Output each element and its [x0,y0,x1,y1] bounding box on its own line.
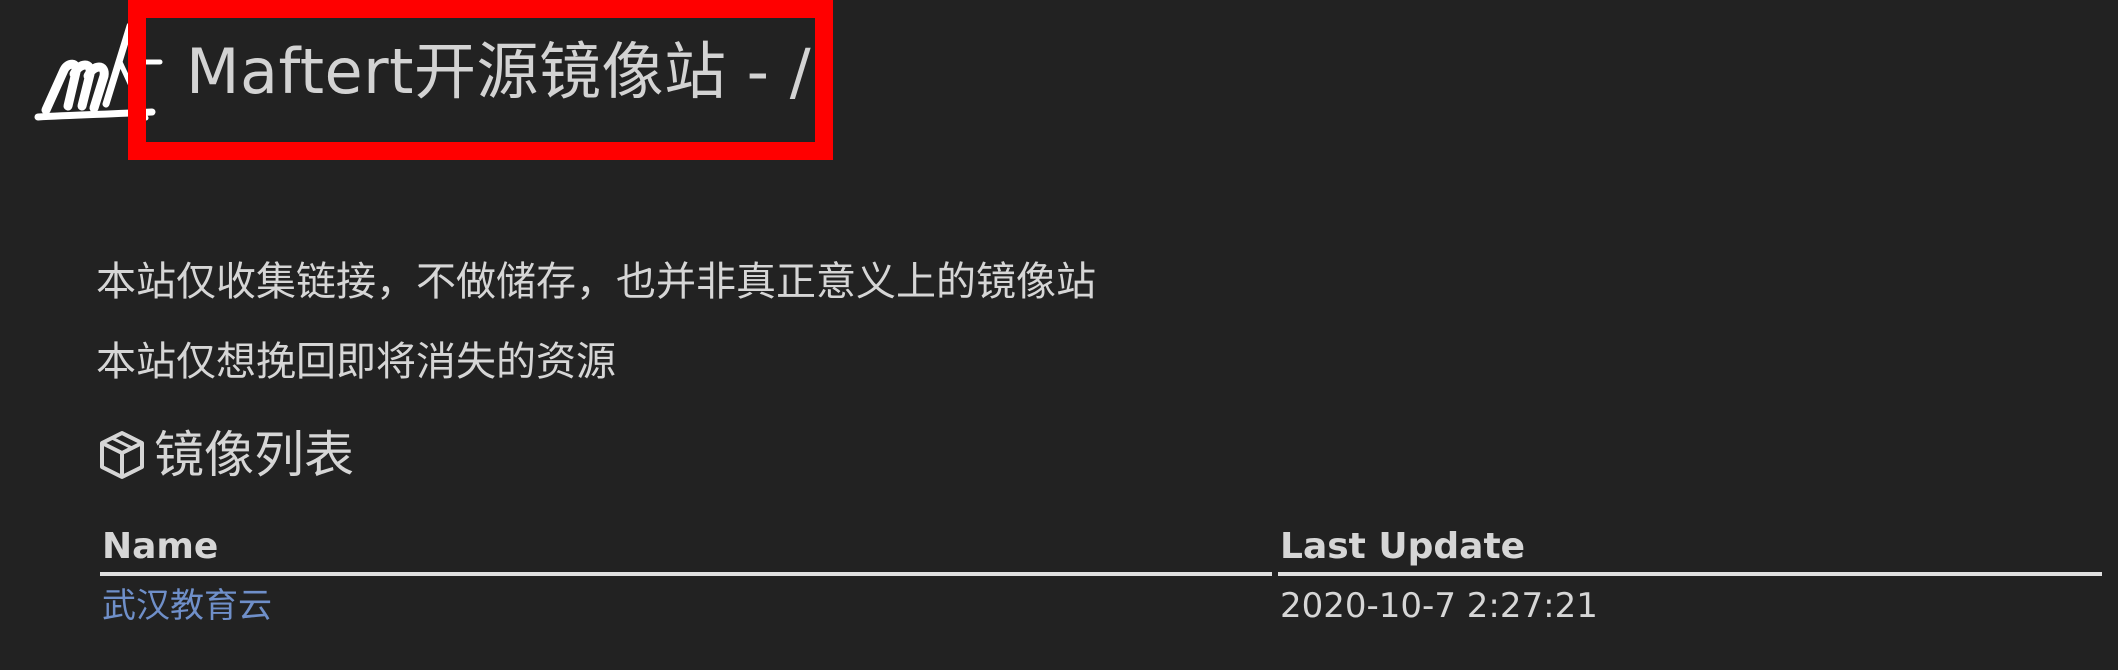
table-row: 武汉教育云 2020-10-7 2:27:21 [100,576,2102,634]
logo-graphic [34,22,163,121]
mirror-link[interactable]: 武汉教育云 [102,586,272,626]
mirror-name-cell: 武汉教育云 [100,576,1272,634]
notice-text-1: 本站仅收集链接，不做储存，也并非真正意义上的镜像站 [96,259,1096,305]
notice-text-2: 本站仅想挽回即将消失的资源 [96,339,616,385]
maftert-logo-icon[interactable] [34,22,174,132]
mirror-table: Name Last Update 武汉教育云 2020-10-7 2:27:21 [100,522,2102,634]
table-header-row: Name Last Update [100,522,2102,576]
box-icon [96,429,148,481]
page: Maftert开源镜像站 - / 本站仅收集链接，不做储存，也并非真正意义上的镜… [0,0,2118,670]
mirror-last-update-cell: 2020-10-7 2:27:21 [1280,586,1598,626]
section-heading-text: 镜像列表 [154,426,354,484]
column-header-last-update[interactable]: Last Update [1278,522,2102,576]
mirror-list-heading: 镜像列表 [96,420,354,490]
column-header-name[interactable]: Name [100,522,1272,576]
page-title: Maftert开源镜像站 - / [186,35,812,108]
